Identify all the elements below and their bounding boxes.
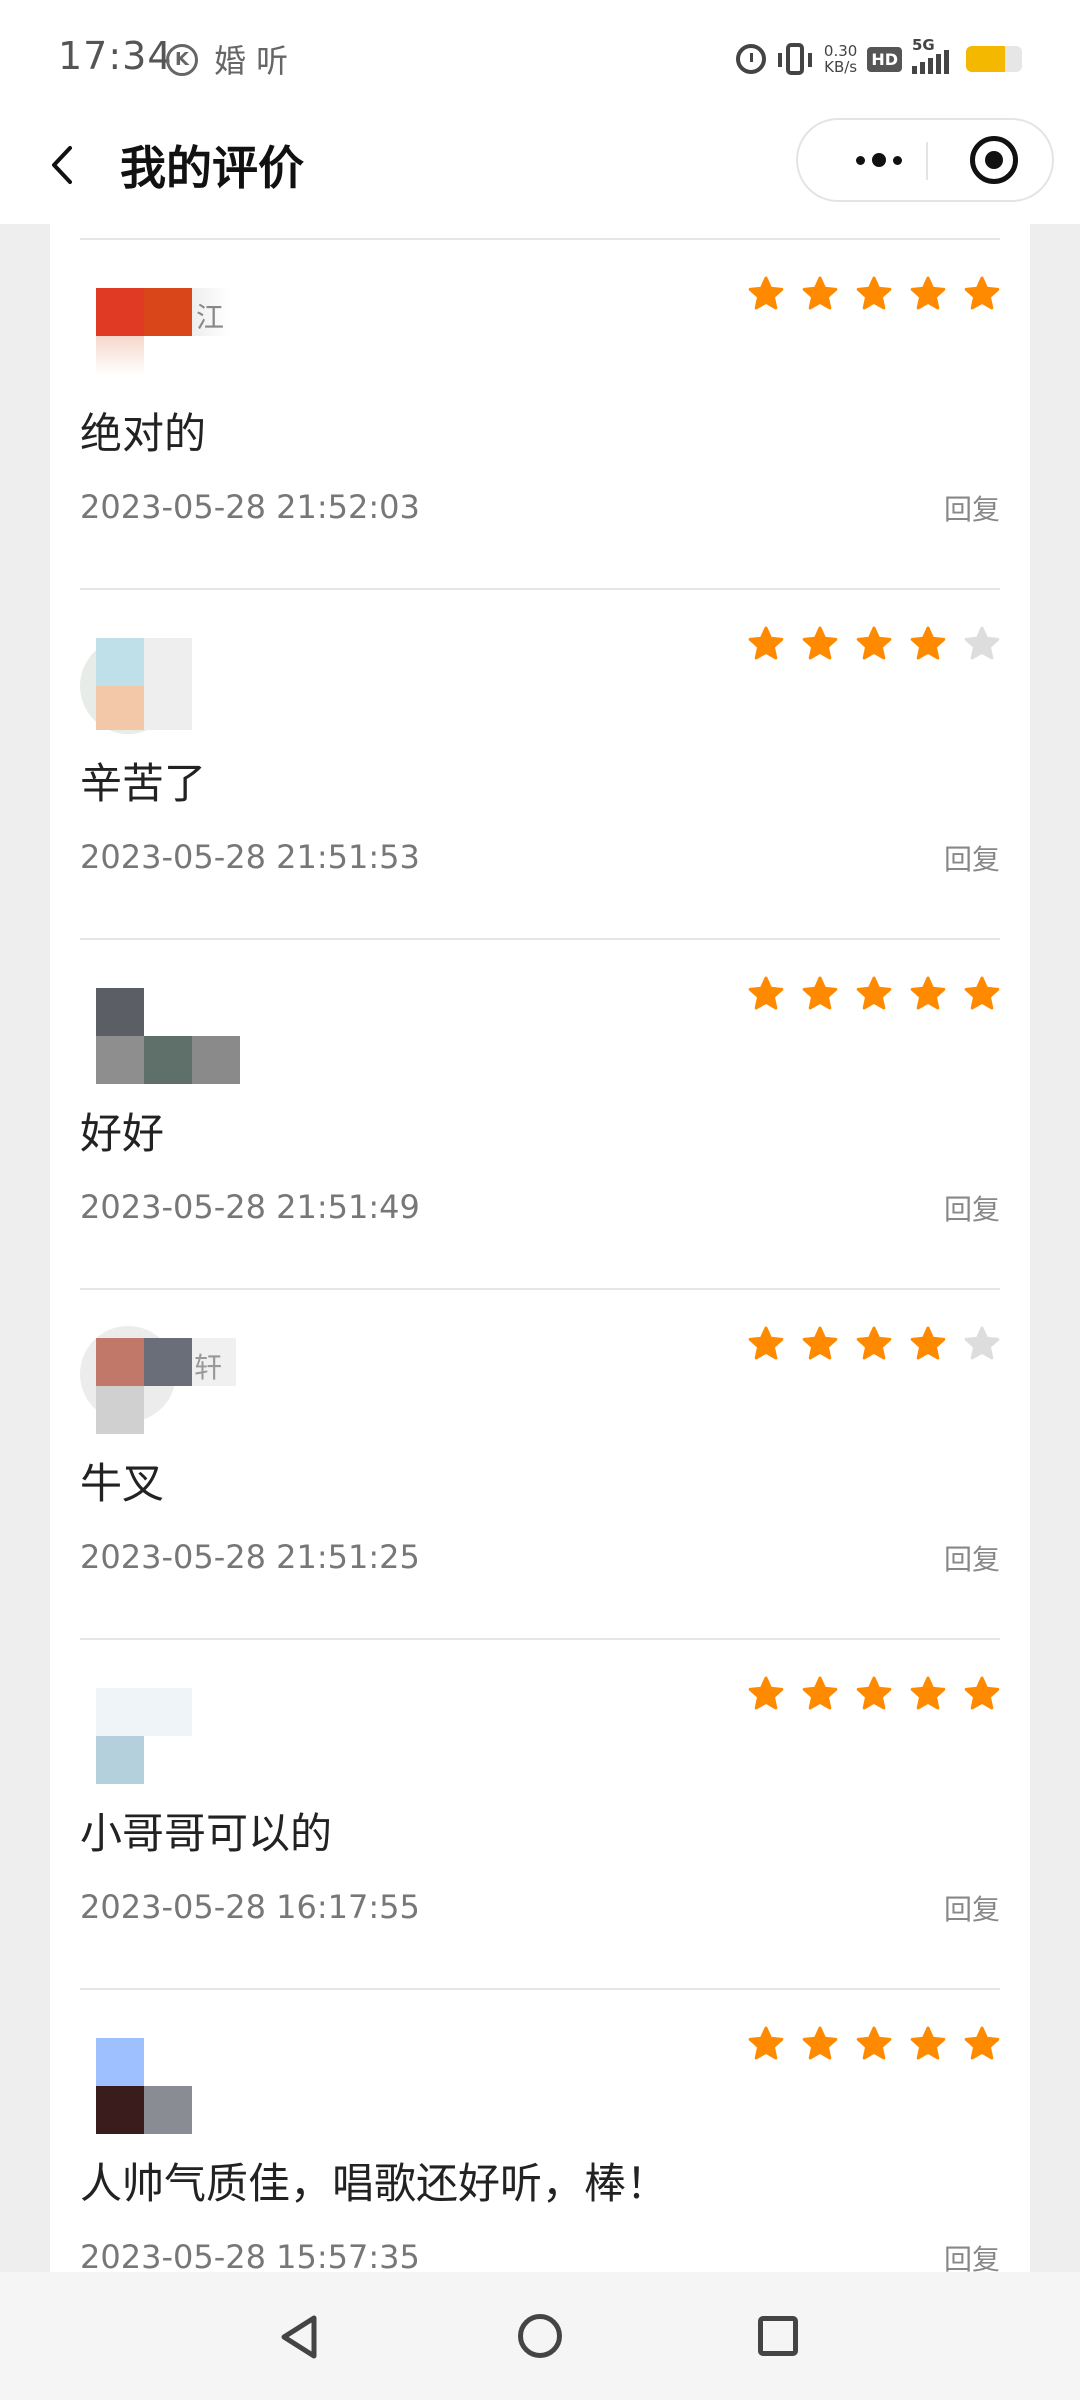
star-rating — [748, 2026, 1000, 2062]
reply-button[interactable]: 回复 — [944, 838, 1000, 878]
star-icon — [910, 1326, 946, 1360]
circle-home-icon[interactable] — [518, 2314, 562, 2358]
star-icon — [802, 1676, 838, 1710]
status-app-text: 婚 听 — [214, 42, 289, 80]
review-date: 2023-05-28 21:52:03 — [80, 488, 420, 526]
review-item: 小哥哥可以的 2023-05-28 16:17:55 回复 — [80, 1640, 1000, 1990]
avatar[interactable] — [80, 984, 240, 1084]
avatar[interactable] — [80, 634, 240, 734]
review-comment: 牛叉 — [80, 1459, 165, 1508]
star-icon — [748, 1326, 784, 1360]
reply-button[interactable]: 回复 — [944, 1188, 1000, 1228]
review-comment: 好好 — [80, 1109, 165, 1158]
more-dots-icon[interactable] — [834, 120, 924, 200]
reviewer-name: 轩 — [194, 1351, 223, 1384]
star-icon — [856, 276, 892, 310]
reply-button[interactable]: 回复 — [944, 2238, 1000, 2272]
star-icon — [856, 626, 892, 660]
review-date: 2023-05-28 16:17:55 — [80, 1888, 420, 1926]
star-icon — [964, 976, 1000, 1010]
star-rating — [748, 976, 1000, 1012]
review-date: 2023-05-28 15:57:35 — [80, 2238, 420, 2272]
star-rating — [748, 1676, 1000, 1712]
star-icon — [802, 1326, 838, 1360]
status-bar: 17:34 K 婚 听 0.30 KB/s HD 5G — [0, 0, 1080, 110]
review-date: 2023-05-28 21:51:49 — [80, 1188, 420, 1226]
review-comment: 绝对的 — [80, 409, 207, 458]
battery-icon — [966, 46, 1022, 72]
reviewer-name: 江 — [196, 301, 225, 334]
star-icon — [964, 626, 1000, 660]
star-icon — [802, 2026, 838, 2060]
star-icon — [802, 626, 838, 660]
star-icon — [748, 626, 784, 660]
star-icon — [910, 626, 946, 660]
avatar[interactable]: 轩 — [80, 1326, 240, 1434]
star-icon — [964, 2026, 1000, 2060]
square-recent-icon[interactable] — [758, 2316, 798, 2356]
triangle-back-icon[interactable] — [276, 2312, 326, 2362]
avatar[interactable] — [80, 2034, 240, 2134]
star-icon — [910, 976, 946, 1010]
review-list[interactable]: 江 绝对的 2023-05-28 21:52:03 回复 辛苦了 2023-05… — [50, 224, 1030, 2272]
mini-program-capsule — [796, 118, 1054, 202]
network-label: 5G — [912, 36, 935, 54]
star-icon — [802, 976, 838, 1010]
hd-icon: HD — [867, 46, 902, 72]
net-speed-unit: KB/s — [824, 58, 858, 76]
review-comment: 人帅气质佳，唱歌还好听，棒！ — [80, 2159, 669, 2208]
page-title: 我的评价 — [120, 141, 304, 195]
target-icon[interactable] — [970, 136, 1018, 184]
review-item: 江 绝对的 2023-05-28 21:52:03 回复 — [80, 240, 1000, 590]
review-comment: 小哥哥可以的 — [80, 1809, 333, 1858]
star-icon — [748, 976, 784, 1010]
star-icon — [802, 276, 838, 310]
star-rating — [748, 1326, 1000, 1362]
star-icon — [856, 976, 892, 1010]
signal-icon: 5G — [912, 36, 956, 74]
status-time: 17:34 — [58, 34, 173, 78]
star-icon — [856, 1326, 892, 1360]
star-icon — [964, 276, 1000, 310]
reply-button[interactable]: 回复 — [944, 1538, 1000, 1578]
reply-button[interactable]: 回复 — [944, 488, 1000, 528]
star-icon — [856, 1676, 892, 1710]
avatar[interactable]: 江 — [80, 284, 240, 380]
star-rating — [748, 276, 1000, 312]
review-item: 人帅气质佳，唱歌还好听，棒！ 2023-05-28 15:57:35 回复 — [80, 1990, 1000, 2272]
star-icon — [748, 1676, 784, 1710]
carrier-k-icon: K — [166, 44, 198, 76]
star-icon — [910, 2026, 946, 2060]
avatar[interactable] — [80, 1684, 240, 1784]
star-icon — [910, 1676, 946, 1710]
review-item: 好好 2023-05-28 21:51:49 回复 — [80, 940, 1000, 1290]
review-date: 2023-05-28 21:51:25 — [80, 1538, 420, 1576]
review-date: 2023-05-28 21:51:53 — [80, 838, 420, 876]
review-item: 辛苦了 2023-05-28 21:51:53 回复 — [80, 590, 1000, 940]
status-icons: 0.30 KB/s HD 5G — [735, 36, 1022, 82]
review-comment: 辛苦了 — [80, 759, 207, 808]
chevron-left-icon[interactable] — [40, 140, 90, 190]
nav-bar: 我的评价 — [0, 110, 1080, 224]
star-icon — [910, 276, 946, 310]
net-speed-value: 0.30 — [823, 42, 858, 60]
star-icon — [748, 276, 784, 310]
reply-button[interactable]: 回复 — [944, 1888, 1000, 1928]
review-item: 轩 牛叉 2023-05-28 21:51:25 回复 — [80, 1290, 1000, 1640]
vibrate-icon — [777, 43, 812, 75]
star-icon — [964, 1326, 1000, 1360]
star-icon — [856, 2026, 892, 2060]
star-icon — [964, 1676, 1000, 1710]
star-icon — [748, 2026, 784, 2060]
system-nav-bar — [0, 2272, 1080, 2400]
capsule-divider — [926, 142, 928, 180]
star-rating — [748, 626, 1000, 662]
alarm-icon — [735, 44, 766, 74]
net-speed: 0.30 KB/s — [824, 43, 857, 75]
